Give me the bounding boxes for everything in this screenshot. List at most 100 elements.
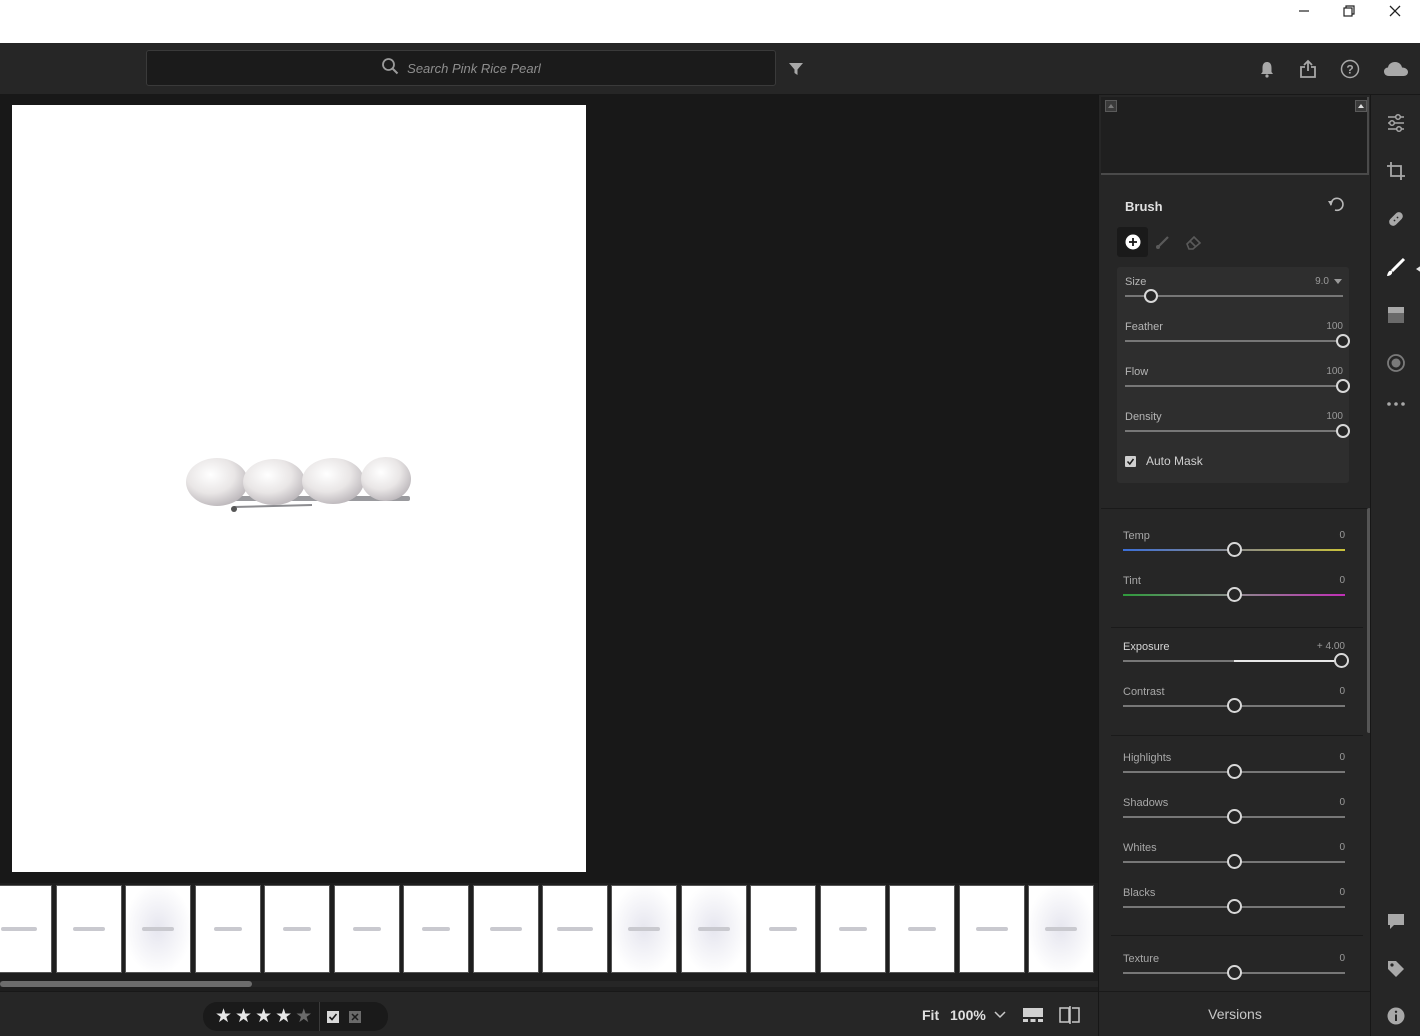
chevron-down-icon[interactable]: [1333, 278, 1343, 286]
highlights-slider[interactable]: Highlights 0: [1123, 752, 1345, 792]
filmstrip-thumbnail[interactable]: [403, 885, 469, 973]
contrast-slider[interactable]: Contrast 0: [1123, 686, 1345, 726]
star-icon[interactable]: ★: [235, 1007, 252, 1026]
brush-paint-icon[interactable]: [1155, 234, 1171, 250]
texture-knob[interactable]: [1227, 965, 1242, 980]
contrast-value[interactable]: 0: [1339, 686, 1345, 697]
linear-gradient-icon[interactable]: [1384, 303, 1408, 327]
shadows-slider[interactable]: Shadows 0: [1123, 797, 1345, 837]
blacks-slider[interactable]: Blacks 0: [1123, 887, 1345, 927]
share-icon[interactable]: [1296, 57, 1320, 81]
chevron-down-icon[interactable]: [994, 1011, 1006, 1019]
filmstrip-thumbnail[interactable]: [0, 885, 52, 973]
bell-icon[interactable]: [1255, 57, 1279, 81]
restore-icon[interactable]: [1326, 0, 1372, 22]
comment-icon[interactable]: [1384, 909, 1408, 933]
filmstrip-thumbnail[interactable]: [1028, 885, 1094, 973]
flow-track[interactable]: [1125, 385, 1343, 387]
exposure-value[interactable]: + 4.00: [1317, 641, 1345, 652]
photo-canvas[interactable]: [0, 95, 1098, 883]
feather-value[interactable]: 100: [1326, 321, 1343, 332]
fit-zoom-button[interactable]: Fit: [922, 1007, 939, 1023]
filmstrip-thumbnail[interactable]: [334, 885, 400, 973]
whites-value[interactable]: 0: [1339, 842, 1345, 853]
help-icon[interactable]: ?: [1338, 57, 1362, 81]
filmstrip-thumbnail[interactable]: [473, 885, 539, 973]
filmstrip-scrollbar[interactable]: [0, 981, 1098, 987]
compare-icon[interactable]: [1059, 1006, 1081, 1024]
size-knob[interactable]: [1144, 289, 1159, 303]
highlights-knob[interactable]: [1227, 764, 1242, 779]
filmstrip-thumbnail[interactable]: [889, 885, 955, 973]
temp-value[interactable]: 0: [1339, 530, 1345, 541]
edit-sliders-icon[interactable]: [1384, 111, 1408, 135]
texture-value[interactable]: 0: [1339, 953, 1345, 964]
flow-knob[interactable]: [1336, 379, 1350, 393]
size-slider[interactable]: Size 9.0: [1125, 276, 1343, 316]
exposure-slider[interactable]: Exposure + 4.00: [1123, 641, 1349, 681]
zoom-level[interactable]: 100%: [950, 1007, 986, 1023]
filmstrip-thumbnail[interactable]: [611, 885, 677, 973]
tag-icon[interactable]: [1384, 957, 1408, 981]
highlight-clipping-icon[interactable]: [1355, 100, 1367, 112]
shadow-clipping-icon[interactable]: [1105, 100, 1117, 112]
filmstrip-scroll-thumb[interactable]: [0, 981, 252, 987]
checkbox-checked-icon[interactable]: [1125, 455, 1136, 467]
reset-icon[interactable]: [1327, 197, 1345, 213]
crop-icon[interactable]: [1384, 159, 1408, 183]
info-icon[interactable]: [1384, 1004, 1408, 1028]
feather-knob[interactable]: [1336, 334, 1350, 348]
healing-icon[interactable]: [1384, 207, 1408, 231]
filmstrip-thumbnail[interactable]: [264, 885, 330, 973]
temp-knob[interactable]: [1227, 542, 1242, 557]
brush-icon[interactable]: [1384, 255, 1408, 279]
search-input[interactable]: Search Pink Rice Pearl: [146, 50, 776, 86]
versions-button[interactable]: Versions: [1099, 991, 1371, 1036]
star-icon[interactable]: ★: [295, 1007, 312, 1026]
flow-value[interactable]: 100: [1326, 366, 1343, 377]
close-icon[interactable]: [1372, 0, 1418, 22]
feather-track[interactable]: [1125, 340, 1343, 342]
star-icon[interactable]: ★: [275, 1007, 292, 1026]
filmstrip-thumbnail[interactable]: [750, 885, 816, 973]
blacks-knob[interactable]: [1227, 899, 1242, 914]
blacks-value[interactable]: 0: [1339, 887, 1345, 898]
highlights-value[interactable]: 0: [1339, 752, 1345, 763]
filmstrip-toggle-icon[interactable]: [1022, 1007, 1044, 1023]
temp-slider[interactable]: Temp 0: [1123, 530, 1345, 570]
filter-icon[interactable]: [784, 57, 808, 81]
whites-slider[interactable]: Whites 0: [1123, 842, 1345, 882]
filmstrip-thumbnail[interactable]: [959, 885, 1025, 973]
size-value[interactable]: 9.0: [1315, 276, 1329, 287]
filmstrip-thumbnail[interactable]: [56, 885, 122, 973]
contrast-knob[interactable]: [1227, 698, 1242, 713]
tint-knob[interactable]: [1227, 587, 1242, 602]
flow-slider[interactable]: Flow 100: [1125, 366, 1350, 406]
density-value[interactable]: 100: [1326, 411, 1343, 422]
more-icon[interactable]: [1384, 392, 1408, 416]
shadows-value[interactable]: 0: [1339, 797, 1345, 808]
density-slider[interactable]: Density 100: [1125, 411, 1350, 451]
star-icon[interactable]: ★: [215, 1007, 232, 1026]
pick-flag-icon[interactable]: [326, 1010, 340, 1024]
tint-slider[interactable]: Tint 0: [1123, 575, 1345, 615]
exposure-knob[interactable]: [1333, 653, 1349, 668]
auto-mask-checkbox[interactable]: Auto Mask: [1125, 454, 1203, 468]
radial-gradient-icon[interactable]: [1384, 351, 1408, 375]
feather-slider[interactable]: Feather 100: [1125, 321, 1350, 361]
eraser-icon[interactable]: [1185, 234, 1203, 250]
minimize-icon[interactable]: [1281, 0, 1327, 22]
shadows-knob[interactable]: [1227, 809, 1242, 824]
filmstrip-thumbnail[interactable]: [125, 885, 191, 973]
add-brush-icon[interactable]: [1117, 227, 1148, 257]
filmstrip-thumbnail[interactable]: [542, 885, 608, 973]
photo-preview[interactable]: [12, 105, 586, 872]
tint-value[interactable]: 0: [1339, 575, 1345, 586]
star-icon[interactable]: ★: [255, 1007, 272, 1026]
whites-knob[interactable]: [1227, 854, 1242, 869]
filmstrip-thumbnail[interactable]: [820, 885, 886, 973]
filmstrip-thumbnail[interactable]: [195, 885, 261, 973]
reject-flag-icon[interactable]: [348, 1010, 362, 1024]
density-track[interactable]: [1125, 430, 1343, 432]
texture-slider[interactable]: Texture 0: [1123, 953, 1345, 993]
